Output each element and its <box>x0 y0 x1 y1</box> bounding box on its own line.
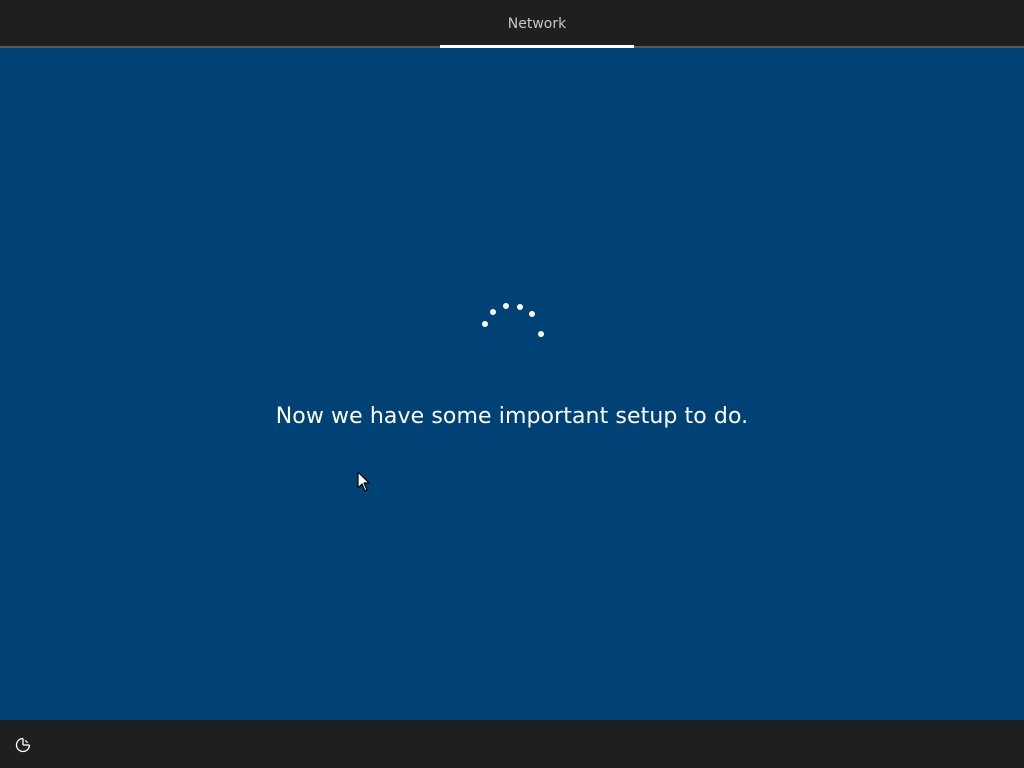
ease-of-access-button[interactable] <box>8 732 38 758</box>
setup-content: Now we have some important setup to do. <box>0 48 1024 720</box>
top-bar: Network <box>0 0 1024 48</box>
tab-network: Network <box>507 16 567 32</box>
loading-spinner <box>482 303 544 337</box>
ease-of-access-icon <box>15 737 31 753</box>
bottom-bar <box>0 720 1024 768</box>
mouse-pointer-icon <box>357 471 370 492</box>
setup-status-message: Now we have some important setup to do. <box>275 404 749 429</box>
